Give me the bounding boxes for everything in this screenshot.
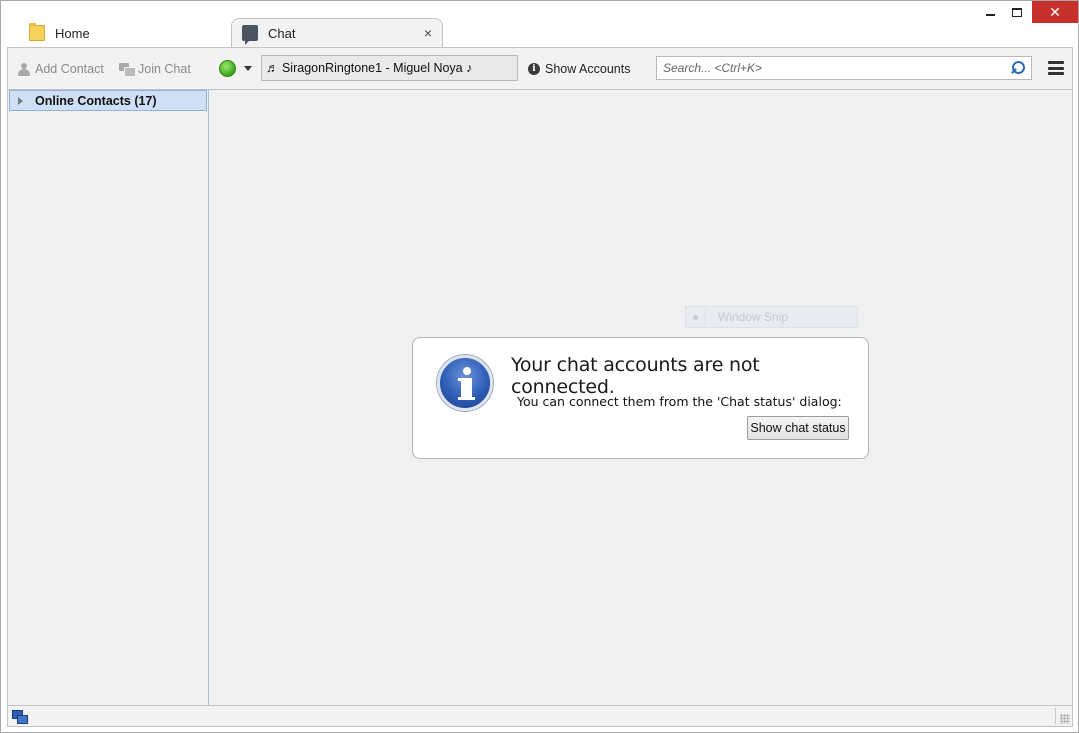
- minimize-button[interactable]: [977, 1, 1003, 23]
- window-snip-overlay: Window Snip: [685, 306, 858, 328]
- snip-label: Window Snip: [718, 310, 789, 324]
- contact-group-label: Online Contacts (17): [35, 93, 157, 108]
- tab-close-icon[interactable]: ×: [424, 25, 432, 41]
- maximize-button[interactable]: [1004, 1, 1030, 23]
- menu-bar-icon: [1048, 72, 1064, 75]
- title-bar: Home Chat × ✕: [1, 1, 1078, 48]
- contact-group-online[interactable]: Online Contacts (17): [9, 90, 207, 111]
- app-window: Home Chat × ✕ Add Contact Join Chat ♬ Si…: [0, 0, 1079, 733]
- status-bar: [7, 705, 1073, 727]
- snip-icon: [686, 307, 706, 327]
- status-available-icon[interactable]: [219, 60, 236, 77]
- app-menu-button[interactable]: [1048, 61, 1064, 75]
- search-input[interactable]: [663, 61, 1003, 75]
- show-accounts-button[interactable]: i Show Accounts: [528, 60, 630, 78]
- join-chat-icon: [119, 62, 136, 77]
- search-box[interactable]: [656, 56, 1032, 80]
- status-dropdown-icon[interactable]: [244, 66, 252, 71]
- resize-grip-icon[interactable]: [1060, 714, 1070, 724]
- join-chat-label: Join Chat: [138, 62, 191, 76]
- info-icon: i: [528, 63, 540, 75]
- tab-chat[interactable]: Chat ×: [231, 18, 443, 48]
- minimize-icon: [985, 14, 995, 16]
- status-divider: [1055, 708, 1056, 724]
- tab-chat-label: Chat: [268, 26, 296, 41]
- show-accounts-label: Show Accounts: [545, 62, 631, 76]
- information-icon: [437, 355, 493, 411]
- show-chat-status-button[interactable]: Show chat status: [747, 416, 849, 440]
- tab-home-label: Home: [55, 25, 90, 41]
- menu-bar-icon: [1048, 61, 1064, 64]
- status-message-field[interactable]: ♬ SiragonRingtone1 - Miguel Noya ♪: [261, 55, 518, 81]
- join-chat-button[interactable]: Join Chat: [119, 60, 191, 78]
- add-contact-button[interactable]: Add Contact: [18, 60, 104, 78]
- add-contact-label: Add Contact: [35, 62, 104, 76]
- notice-text: You can connect them from the 'Chat stat…: [517, 394, 842, 409]
- network-status-icon[interactable]: [12, 710, 28, 724]
- notice-title: Your chat accounts are not connected.: [511, 354, 760, 398]
- search-icon[interactable]: [1012, 61, 1025, 75]
- not-connected-notice: Your chat accounts are not connected. Yo…: [412, 337, 869, 459]
- contacts-sidebar: Online Contacts (17): [7, 89, 209, 705]
- menu-bar-icon: [1048, 66, 1064, 70]
- expand-arrow-icon[interactable]: [18, 96, 23, 105]
- conversation-area: Window Snip Your chat accounts are not c…: [209, 89, 1073, 705]
- close-window-button[interactable]: ✕: [1032, 1, 1078, 23]
- chat-bubble-icon: [242, 24, 258, 45]
- tab-home[interactable]: Home: [29, 19, 209, 47]
- chat-toolbar: Add Contact Join Chat ♬ SiragonRingtone1…: [7, 47, 1073, 89]
- folder-icon: [29, 23, 45, 41]
- maximize-icon: [1012, 7, 1022, 17]
- add-contact-icon: [18, 62, 30, 76]
